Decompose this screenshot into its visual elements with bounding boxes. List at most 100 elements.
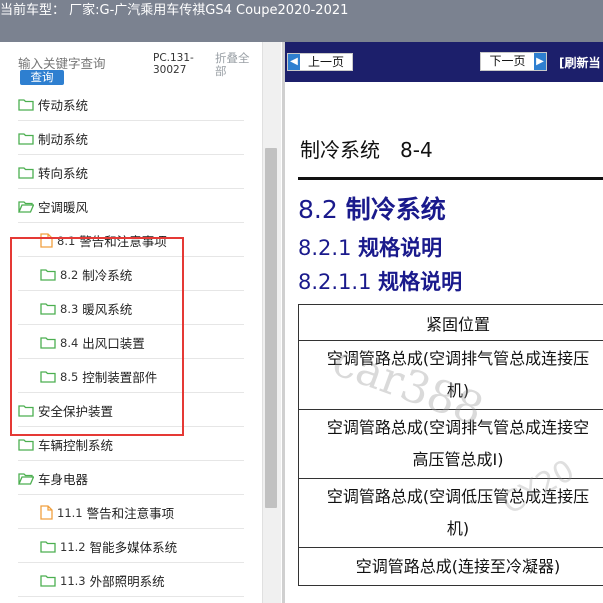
tree-item-number: 11.1 (57, 505, 83, 520)
next-page-button[interactable]: 下一页 ▶ (480, 52, 547, 71)
tree-item-8-4[interactable]: 8.4 出风口装置 (18, 325, 244, 359)
cell-line: 空调管路总成(空调排气管总成连接空 (326, 418, 590, 437)
folder-icon (18, 166, 34, 179)
tree-item-8-5[interactable]: 8.5 控制装置部件 (18, 359, 244, 393)
tree-item-brakes[interactable]: 制动系统 (18, 121, 244, 155)
folder-icon (18, 404, 34, 417)
tree-item-number: 8.2 (60, 267, 79, 282)
cell-line: 空调管路总成(空调低压管总成连接压 (326, 487, 590, 506)
torque-spec-table: 紧固位置 空调管路总成(空调排气管总成连接压 机) 空调管路总成(空调排气管总成连… (298, 304, 603, 586)
folder-icon (18, 98, 34, 111)
table-cell: 空调管路总成(连接至冷凝器) (298, 547, 603, 586)
cell-line: 机) (446, 381, 470, 400)
tree-item-label: 警告和注意事项 (79, 234, 167, 249)
arrow-left-icon: ◀ (288, 54, 300, 70)
app-window: 当前车型： 厂家:G-广汽乘用车传祺GS4 Coupe2020-2021 查询 … (0, 0, 603, 603)
folder-icon (40, 268, 56, 281)
folder-icon (40, 302, 56, 315)
tree-item-label: 制冷系统 (82, 268, 133, 283)
table-row: 空调管路总成(连接至冷凝器) (298, 547, 603, 586)
tree-item-hvac[interactable]: 空调暖风 (18, 189, 244, 223)
table-cell: 空调管路总成(空调排气管总成连接压 机) (298, 340, 603, 410)
cell-line: 空调管路总成(空调排气管总成连接压 (326, 349, 590, 368)
tree-item-safety[interactable]: 安全保护装置 (18, 393, 244, 427)
table-cell: 空调管路总成(空调低压管总成连接压 机) (298, 478, 603, 548)
tree-item-label: 转向系统 (38, 166, 89, 181)
tree-item-number: 8.1 (57, 233, 76, 248)
category-tree: 传动系统 制动系统 转向系统 空调暖风 8.1 警告和注意事项 8.2 制冷系统… (0, 87, 262, 597)
document-icon (40, 505, 53, 520)
tree-item-number: 8.4 (60, 335, 79, 350)
tree-item-label: 暖风系统 (82, 302, 133, 317)
cell-line: 高压管总成I) (412, 450, 504, 469)
tree-item-drivetrain[interactable]: 传动系统 (18, 87, 244, 121)
tree-item-label: 安全保护装置 (38, 404, 114, 419)
subsection-heading: 8.2.1 规格说明 (298, 232, 442, 262)
folder-icon (40, 370, 56, 383)
document-panel: ◀ 上一页 下一页 ▶ [刷新当 制冷系统 8-4 8.2 制冷系统 8.2.1… (285, 42, 603, 603)
tree-item-label: 控制装置部件 (82, 370, 158, 385)
tree-item-label: 制动系统 (38, 132, 89, 147)
tree-item-label: 外部照明系统 (89, 574, 165, 589)
tree-item-vehicle-control[interactable]: 车辆控制系统 (18, 427, 244, 461)
table-row: 空调管路总成(空调排气管总成连接压 机) (298, 340, 603, 410)
tree-item-11-3[interactable]: 11.3 外部照明系统 (18, 563, 244, 597)
search-row: 查询 PC.131-30027 折叠全部 (0, 42, 283, 90)
left-panel: 查询 PC.131-30027 折叠全部 传动系统 制动系统 转向系 (0, 42, 283, 603)
tree-item-11-2[interactable]: 11.2 智能多媒体系统 (18, 529, 244, 563)
collapse-all-button[interactable]: 折叠全部 (215, 52, 255, 78)
table-row: 空调管路总成(空调低压管总成连接压 机) (298, 478, 603, 548)
next-page-label: 下一页 (489, 54, 526, 68)
tree-item-number: 11.3 (60, 573, 86, 588)
cell-line: 机) (446, 519, 470, 538)
tree-item-label: 智能多媒体系统 (89, 540, 178, 555)
document-icon (40, 233, 53, 248)
folder-icon (40, 574, 56, 587)
tree-item-8-3[interactable]: 8.3 暖风系统 (18, 291, 244, 325)
subsubsection-heading: 8.2.1.1 规格说明 (298, 266, 462, 296)
title-bar: 当前车型： 厂家:G-广汽乘用车传祺GS4 Coupe2020-2021 (0, 0, 603, 42)
document-nav-bar: ◀ 上一页 下一页 ▶ [刷新当 (285, 42, 603, 82)
tree-item-8-1[interactable]: 8.1 警告和注意事项 (18, 223, 244, 257)
pc-code: PC.131-30027 (153, 52, 194, 76)
table-cell: 空调管路总成(空调排气管总成连接空 高压管总成I) (298, 409, 603, 479)
section-heading: 8.2 制冷系统 (298, 190, 446, 226)
table-header-cell: 紧固位置 (298, 304, 603, 341)
folder-icon (40, 336, 56, 349)
tree-item-number: 11.2 (60, 539, 86, 554)
subsubsection-number: 8.2.1.1 (298, 270, 372, 294)
tree-item-label: 空调暖风 (38, 200, 89, 215)
cell-line: 空调管路总成(连接至冷凝器) (355, 556, 561, 576)
folder-icon (18, 438, 34, 451)
section-number: 8.2 (298, 195, 338, 224)
table-row: 空调管路总成(空调排气管总成连接空 高压管总成I) (298, 409, 603, 479)
tree-item-8-2[interactable]: 8.2 制冷系统 (18, 257, 244, 291)
tree-item-label: 车辆控制系统 (38, 438, 114, 453)
page-title: 制冷系统 8-4 (300, 138, 433, 162)
folder-icon (18, 132, 34, 145)
subsection-number: 8.2.1 (298, 236, 352, 260)
tree-item-label: 警告和注意事项 (86, 506, 175, 521)
tree-item-number: 8.5 (60, 369, 79, 384)
tree-item-label: 出风口装置 (82, 336, 145, 351)
subsubsection-title: 规格说明 (378, 270, 463, 294)
section-title: 制冷系统 (345, 195, 446, 224)
prev-page-label: 上一页 (307, 55, 344, 69)
folder-open-icon (18, 472, 34, 485)
folder-icon (40, 540, 56, 553)
title-rule (298, 177, 603, 180)
tree-item-11-1[interactable]: 11.1 警告和注意事项 (18, 495, 244, 529)
tree-item-label: 传动系统 (38, 98, 89, 113)
tree-item-number: 8.3 (60, 301, 79, 316)
search-button[interactable]: 查询 (20, 70, 64, 85)
tree-item-body-electrical[interactable]: 车身电器 (18, 461, 244, 495)
tree-item-label: 车身电器 (38, 472, 89, 487)
folder-open-icon (18, 200, 34, 213)
prev-page-button[interactable]: ◀ 上一页 (287, 53, 353, 71)
subsection-title: 规格说明 (358, 236, 443, 260)
table-header-row: 紧固位置 (298, 304, 603, 341)
arrow-right-icon: ▶ (534, 53, 546, 70)
tree-item-steering[interactable]: 转向系统 (18, 155, 244, 189)
refresh-link[interactable]: [刷新当 (559, 54, 601, 71)
tree-scrollbar-thumb[interactable] (265, 148, 277, 508)
